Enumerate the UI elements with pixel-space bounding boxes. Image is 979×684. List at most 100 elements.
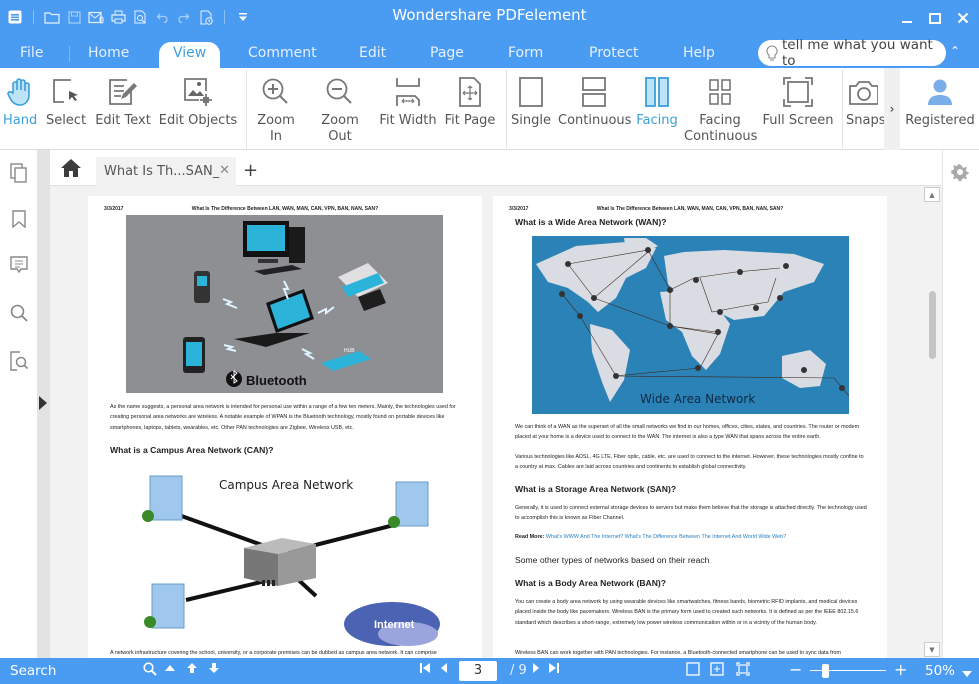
wan-image-caption: Wide Area Network [640, 392, 755, 406]
scrollbar-thumb[interactable] [929, 291, 936, 359]
minimize-icon[interactable] [896, 8, 918, 28]
menu-comment[interactable]: Comment [248, 45, 317, 61]
facing-button[interactable]: Facing [634, 74, 680, 129]
pdf-page-right: 3/3/2017 What Is The Difference Between … [493, 196, 887, 658]
zoom-in-status-icon[interactable]: + [894, 660, 907, 679]
zoom-out-status-icon[interactable]: − [789, 660, 802, 679]
arrow-up-icon[interactable] [186, 662, 198, 678]
find-previous-icon[interactable] [164, 662, 176, 678]
divider [69, 46, 70, 62]
expand-panel-arrow-icon[interactable] [39, 396, 47, 410]
title-bar: Wondershare PDFelement [0, 0, 979, 38]
fit-width-icon [379, 74, 437, 110]
page-number-input[interactable]: 3 [459, 661, 497, 681]
select-tool-button[interactable]: Select [44, 74, 88, 129]
read-more-label: Read More: [515, 534, 545, 540]
hand-icon [3, 74, 37, 110]
full-screen-status-icon[interactable] [736, 662, 750, 680]
zoom-dropdown-icon[interactable] [962, 666, 972, 681]
account-button[interactable]: Registered [903, 74, 977, 129]
read-more-link[interactable]: What's WWW And The Internet? What's The … [546, 534, 786, 540]
home-icon[interactable] [60, 158, 84, 180]
scroll-down-arrow-icon[interactable]: ▼ [924, 642, 940, 657]
last-page-icon[interactable] [548, 662, 560, 678]
edit-objects-icon [158, 74, 238, 110]
facing-continuous-button[interactable]: Facing Continuous [684, 74, 757, 145]
zoom-out-icon [308, 74, 372, 110]
zoom-slider-thumb[interactable] [822, 664, 830, 678]
scroll-up-arrow-icon[interactable]: ▲ [924, 187, 940, 202]
snapshot-button[interactable]: Snapsh [846, 74, 886, 129]
tell-me-search[interactable]: tell me what you want to [758, 37, 946, 69]
fit-page-button[interactable]: Fit Page [442, 74, 498, 129]
subheading-other-networks: Some other types of networks based on th… [515, 555, 710, 565]
menu-form[interactable]: Form [508, 45, 543, 61]
single-page-button[interactable]: Single [510, 74, 552, 129]
paragraph-ban-2: Wireless BAN can work together with PAN … [515, 650, 841, 656]
menu-edit[interactable]: Edit [359, 45, 386, 61]
menu-view[interactable]: View [159, 42, 221, 68]
ribbon-more-arrow-icon[interactable]: › [884, 68, 900, 150]
pdfelement-window: Wondershare PDFelement File Home View Co… [0, 0, 979, 684]
tell-me-placeholder: tell me what you want to [782, 37, 933, 69]
heading-san: What is a Storage Area Network (SAN)? [515, 484, 677, 494]
hand-tool-button[interactable]: Hand [3, 74, 37, 129]
search-document-icon[interactable] [8, 350, 30, 372]
menu-help[interactable]: Help [683, 45, 715, 61]
bluetooth-caption: Bluetooth [246, 373, 307, 388]
arrow-down-icon[interactable] [208, 662, 220, 678]
previous-page-icon[interactable] [439, 662, 449, 678]
facing-icon [634, 74, 680, 110]
full-screen-button[interactable]: Full Screen [762, 74, 834, 129]
fit-page-icon [442, 74, 498, 110]
settings-gear-icon[interactable] [950, 162, 972, 184]
fit-page-status-icon[interactable] [710, 662, 724, 680]
heading-wan: What is a Wide Area Network (WAN)? [515, 217, 667, 227]
bluetooth-pan-image: HUB Bluetooth [126, 215, 443, 393]
search-icon[interactable] [143, 662, 157, 680]
edit-text-button[interactable]: Edit Text [94, 74, 152, 129]
fit-width-button[interactable]: Fit Width [379, 74, 437, 129]
menu-page[interactable]: Page [430, 45, 464, 61]
zoom-level[interactable]: 50% [925, 663, 955, 679]
single-page-icon [510, 74, 552, 110]
divider [506, 70, 507, 148]
lightbulb-icon [766, 44, 778, 62]
close-tab-icon[interactable]: ✕ [219, 163, 230, 178]
continuous-button[interactable]: Continuous [558, 74, 631, 129]
edit-text-icon [94, 74, 152, 110]
snapshot-icon [846, 74, 886, 110]
collapse-ribbon-icon[interactable]: ⌃ [950, 44, 960, 58]
single-view-icon[interactable] [686, 662, 700, 680]
paragraph-ban-1: You can create a body area network by us… [515, 599, 859, 626]
document-viewport[interactable]: 3/3/2017 What Is The Difference Between … [50, 186, 942, 658]
paragraph-wan-2: Various technologies like ADSL, 4G LTE, … [515, 454, 864, 471]
close-icon[interactable] [952, 8, 974, 28]
paragraph-pan: As the name suggests, a personal area ne… [110, 404, 456, 431]
zoom-in-button[interactable]: Zoom In [251, 74, 301, 145]
bookmark-icon[interactable] [8, 208, 30, 230]
menu-file[interactable]: File [20, 45, 43, 61]
vertical-scrollbar[interactable] [924, 186, 940, 658]
thumbnails-icon[interactable] [8, 162, 30, 184]
document-tab-title: What Is Th...SAN_ [104, 164, 220, 179]
read-more-line: Read More: What's WWW And The Internet? … [515, 532, 867, 542]
first-page-icon[interactable] [419, 662, 431, 678]
paragraph-wan-1: We can think of a WAN as the superset of… [515, 424, 860, 441]
maximize-icon[interactable] [924, 8, 946, 28]
comments-icon[interactable] [8, 254, 30, 276]
total-pages: / 9 [510, 663, 527, 678]
select-icon [44, 74, 88, 110]
new-tab-button[interactable]: + [243, 160, 258, 181]
edit-objects-button[interactable]: Edit Objects [158, 74, 238, 129]
search-field[interactable]: Search [10, 663, 56, 679]
zoom-out-button[interactable]: Zoom Out [308, 74, 372, 145]
divider [842, 70, 843, 148]
can-image-title: Campus Area Network [219, 478, 353, 492]
document-tab[interactable]: What Is Th...SAN_ ✕ [96, 157, 236, 186]
menu-protect[interactable]: Protect [589, 45, 639, 61]
search-icon[interactable] [8, 302, 30, 324]
next-page-icon[interactable] [531, 662, 541, 678]
view-ribbon: Hand Select Edit Text Edit Objects Zoom … [0, 68, 979, 150]
menu-home[interactable]: Home [88, 45, 129, 61]
